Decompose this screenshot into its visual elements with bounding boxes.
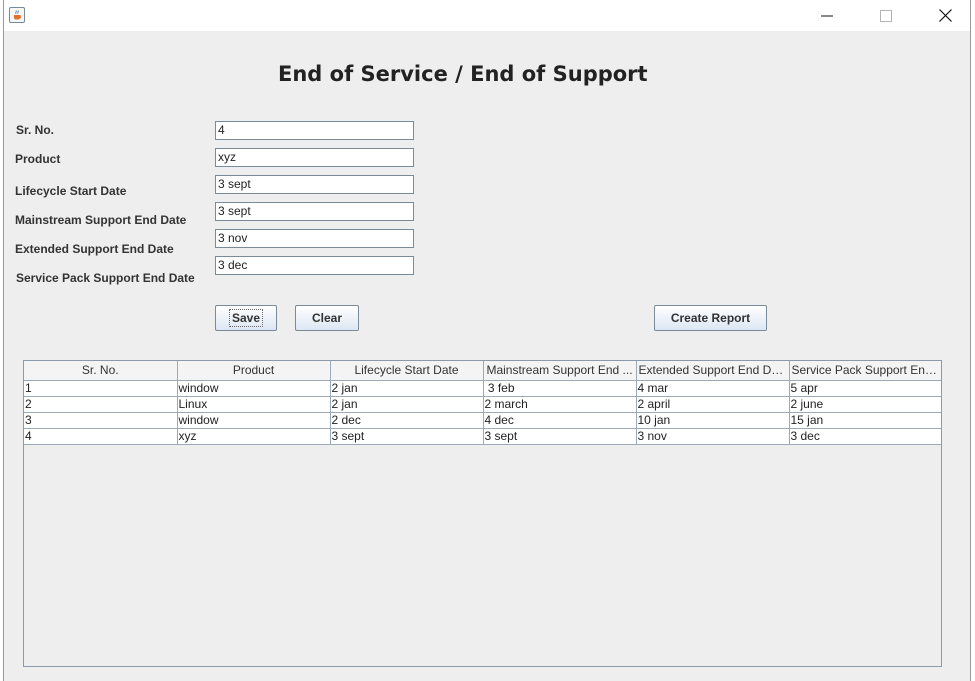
records-table-scrollpane[interactable]: Sr. No. Product Lifecycle Start Date Mai… [23,360,942,667]
table-row[interactable]: 3 window 2 dec 4 dec 10 jan 15 jan [24,411,941,429]
table-cell[interactable]: window [176,379,331,397]
close-button[interactable] [922,0,968,31]
column-header-service-pack-support-end-date[interactable]: Service Pack Support End... [788,361,941,381]
table-cell[interactable]: 4 dec [482,411,637,429]
minimize-button[interactable] [804,0,850,31]
table-cell[interactable]: 10 jan [635,411,790,429]
table-cell[interactable]: 5 apr [788,379,941,397]
table-cell[interactable]: 4 mar [635,379,790,397]
sr-no-label: Sr. No. [16,123,55,137]
page-title: End of Service / End of Support [278,62,648,86]
app-window: End of Service / End of Support Sr. No. … [3,0,971,681]
table-cell[interactable]: 2 jan [329,395,484,413]
create-report-button-label: Create Report [670,311,751,325]
service-pack-support-end-date-field[interactable]: 3 dec [215,256,414,275]
table-cell[interactable]: 3 dec [788,427,941,445]
table-cell[interactable]: 2 june [788,395,941,413]
table-cell[interactable]: 2 [24,395,178,413]
extended-support-end-date-field[interactable]: 3 nov [215,229,414,248]
table-cell[interactable]: 3 [24,411,178,429]
column-header-product[interactable]: Product [176,361,331,381]
table-cell[interactable]: 3 feb [482,379,637,397]
column-header-lifecycle-start-date[interactable]: Lifecycle Start Date [329,361,484,381]
records-table[interactable]: Sr. No. Product Lifecycle Start Date Mai… [24,361,941,445]
java-cup-icon[interactable] [9,7,25,23]
maximize-button[interactable] [863,0,909,31]
save-button[interactable]: Save [215,305,277,331]
sr-no-field[interactable]: 4 [215,121,414,140]
extended-support-end-date-label: Extended Support End Date [15,242,174,256]
mainstream-support-end-date-label: Mainstream Support End Date [15,213,187,227]
column-header-extended-support-end-date[interactable]: Extended Support End Date [635,361,790,381]
column-header-sr-no[interactable]: Sr. No. [24,361,178,381]
title-bar[interactable] [4,0,970,31]
table-cell[interactable]: 3 nov [635,427,790,445]
table-cell[interactable]: window [176,411,331,429]
table-cell[interactable]: 2 march [482,395,637,413]
table-cell[interactable]: xyz [176,427,331,445]
maximize-icon [880,9,892,22]
mainstream-support-end-date-field[interactable]: 3 sept [215,202,414,221]
save-button-label: Save [228,309,264,327]
create-report-button[interactable]: Create Report [654,305,767,331]
product-field[interactable]: xyz [215,148,414,167]
table-row[interactable]: 2 Linux 2 jan 2 march 2 april 2 june [24,395,941,413]
clear-button[interactable]: Clear [295,305,359,331]
service-pack-support-end-date-label: Service Pack Support End Date [16,271,195,285]
clear-button-label: Clear [311,311,343,325]
table-row[interactable]: 4 xyz 3 sept 3 sept 3 nov 3 dec [24,427,941,445]
table-cell[interactable]: 1 [24,379,178,397]
table-cell[interactable]: 15 jan [788,411,941,429]
table-cell[interactable]: 2 april [635,395,790,413]
table-cell[interactable]: Linux [176,395,331,413]
lifecycle-start-date-label: Lifecycle Start Date [15,184,127,198]
table-cell[interactable]: 2 dec [329,411,484,429]
close-icon [938,9,952,22]
table-header-row: Sr. No. Product Lifecycle Start Date Mai… [24,361,941,381]
table-cell[interactable]: 3 sept [329,427,484,445]
column-header-mainstream-support-end-date[interactable]: Mainstream Support End ... [482,361,637,381]
table-cell[interactable]: 3 sept [482,427,637,445]
lifecycle-start-date-field[interactable]: 3 sept [215,175,414,194]
table-cell[interactable]: 4 [24,427,178,445]
table-row[interactable]: 1 window 2 jan 3 feb 4 mar 5 apr [24,379,941,397]
minimize-icon [821,15,833,16]
table-cell[interactable]: 2 jan [329,379,484,397]
product-label: Product [15,152,61,166]
